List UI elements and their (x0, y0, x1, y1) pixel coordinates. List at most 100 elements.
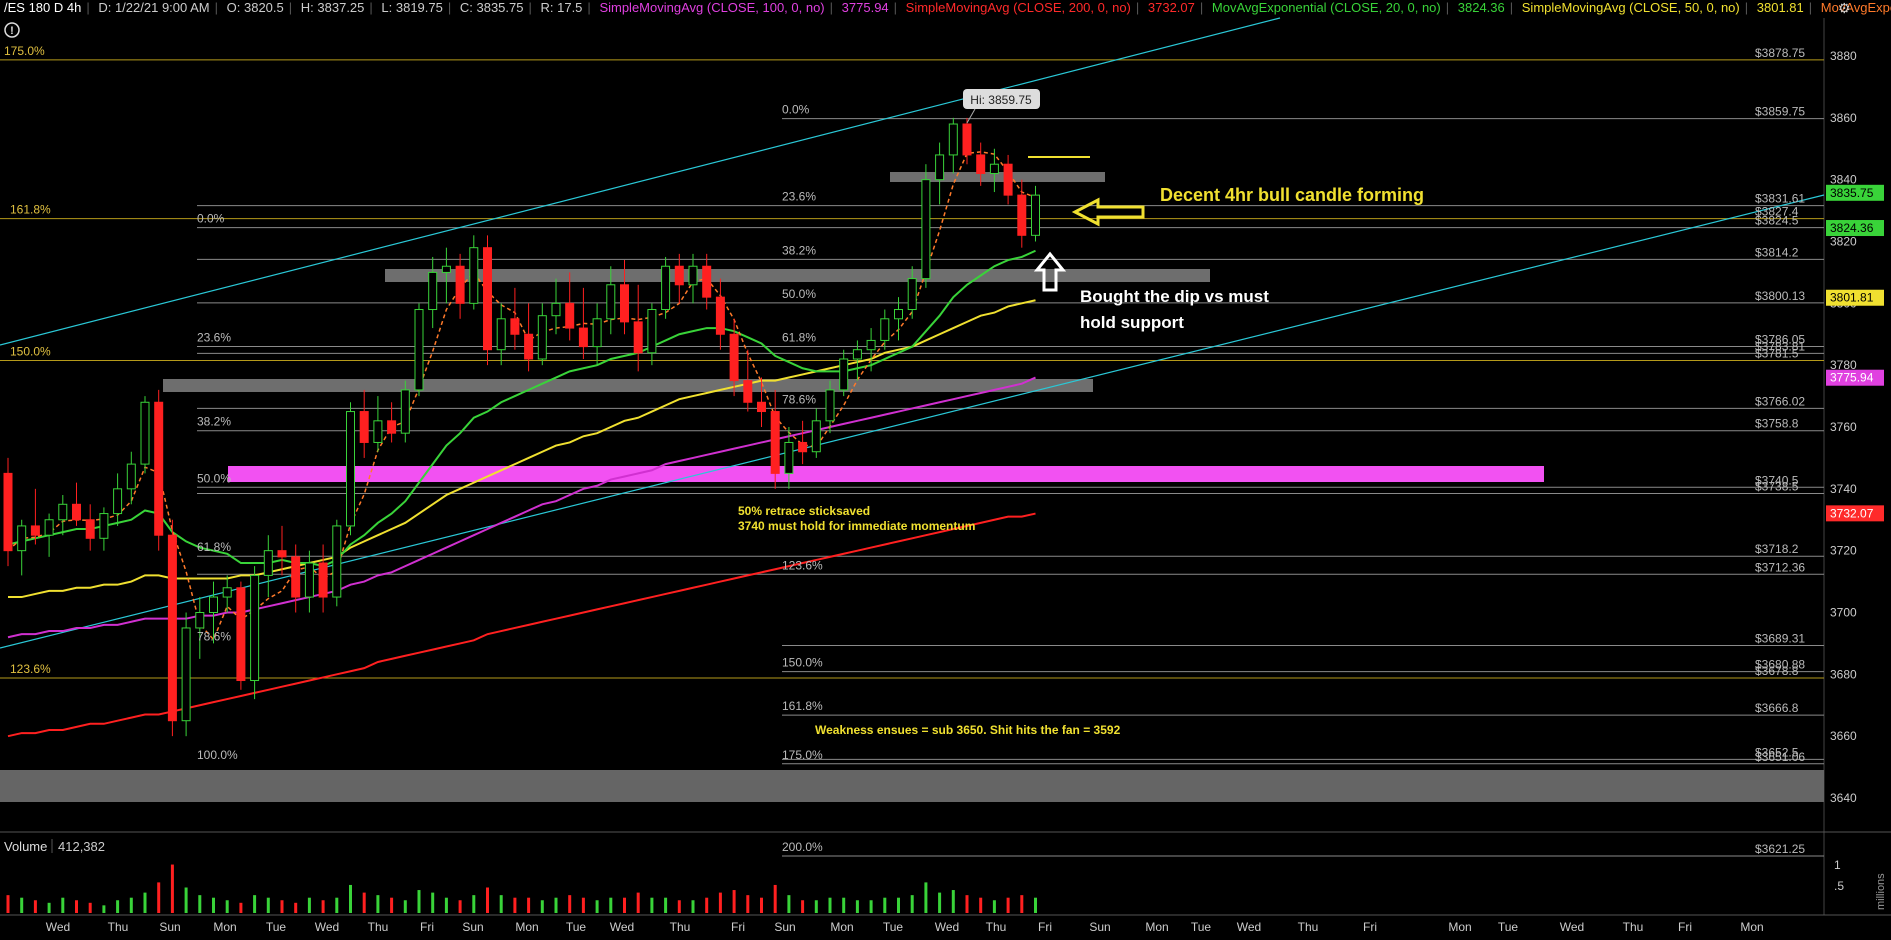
candle-body-49 (674, 265, 684, 286)
candle-body-6 (85, 519, 95, 539)
candle-body-56 (770, 411, 780, 474)
annotation-weakness: Weakness ensues = sub 3650. Shit hits th… (815, 723, 1121, 737)
axis-badge-text-2: 3801.81 (1830, 291, 1874, 305)
annotation-retrace-text-1: 50% retrace sticksaved (738, 504, 870, 518)
candle-body-38 (524, 333, 534, 360)
volume-bar-55 (760, 897, 763, 913)
chart-canvas[interactable]: ! ⚙ 364036603680370037203740376037803800… (0, 0, 1891, 940)
volume-bar-26 (362, 892, 366, 913)
candle-body-70 (962, 123, 972, 156)
fib-label-20: 175.0% (782, 748, 823, 762)
candle-body-28 (387, 420, 397, 434)
level-label-11: $3758.8 (1755, 417, 1799, 431)
x-tick-30: Fri (1678, 920, 1692, 934)
volume-bar-49 (677, 900, 681, 913)
volume-bar-68 (938, 892, 942, 913)
volume-bar-56 (773, 884, 777, 913)
volume-bar-22 (307, 897, 311, 913)
volume-bar-29 (403, 900, 407, 913)
candle-body-75 (1031, 194, 1040, 236)
candle-body-53 (729, 333, 739, 382)
candle-body-0 (3, 472, 13, 552)
fib-label-5: 38.2% (782, 243, 816, 257)
gray-zone-bottom (0, 770, 1824, 802)
volume-bar-6 (88, 902, 92, 913)
volume-axis-half: .5 (1834, 879, 1844, 893)
x-tick-25: Fri (1363, 920, 1377, 934)
x-tick-22: Tue (1191, 920, 1212, 934)
fib-label-1: 0.0% (782, 103, 810, 117)
candle-body-29 (400, 389, 410, 434)
volume-bar-10 (143, 892, 147, 913)
candle-body-71 (976, 154, 986, 174)
volume-value: 412,382 (58, 839, 105, 854)
x-tick-29: Thu (1623, 920, 1644, 934)
svg-text:!: ! (10, 25, 14, 37)
volume-bar-42 (581, 897, 585, 913)
candle-body-39 (537, 315, 547, 360)
x-tick-28: Wed (1560, 920, 1584, 934)
volume-bar-62 (855, 900, 859, 913)
volume-bar-7 (102, 905, 106, 913)
level-label-10: $3766.02 (1755, 394, 1805, 408)
candle-body-54 (743, 380, 753, 403)
volume-bar-39 (540, 900, 544, 913)
candle-body-3 (44, 519, 54, 536)
fib-label-2: 23.6% (782, 190, 816, 204)
candle-body-68 (935, 154, 945, 181)
volume-bar-64 (883, 897, 887, 913)
volume-bar-67 (924, 882, 928, 913)
y-tick-3640: 3640 (1830, 791, 1857, 805)
level-label-21: $3651.06 (1755, 750, 1805, 764)
fib-label-21: 200.0% (782, 840, 823, 854)
x-tick-27: Tue (1498, 920, 1519, 934)
level-label-2: $3831.61 (1755, 192, 1805, 206)
volume-bar-33 (458, 900, 462, 913)
volume-bar-20 (280, 900, 284, 913)
volume-bar-30 (417, 890, 421, 913)
x-tick-11: Wed (610, 920, 634, 934)
level-label-14: $3718.2 (1755, 542, 1799, 556)
settings-icon[interactable]: ⚙ (1838, 0, 1851, 16)
fib-label-11: 38.2% (197, 415, 231, 429)
candle-body-41 (565, 302, 575, 329)
volume-bar-48 (664, 897, 668, 913)
volume-bar-50 (691, 900, 695, 913)
volume-bar-60 (828, 897, 832, 913)
x-tick-0: Wed (46, 920, 70, 934)
x-tick-15: Mon (830, 920, 853, 934)
candle-body-20 (277, 550, 287, 558)
candle-body-50 (688, 265, 698, 286)
candle-body-58 (798, 441, 808, 453)
candle-body-52 (715, 296, 725, 335)
candle-body-5 (72, 503, 81, 521)
volume-bar-24 (335, 897, 339, 913)
candle-body-12 (167, 534, 177, 722)
volume-bar-27 (376, 895, 380, 913)
candle-body-66 (907, 278, 917, 311)
volume-bar-28 (390, 897, 394, 913)
volume-bar-1 (20, 897, 24, 913)
candle-body-35 (483, 247, 492, 351)
x-tick-1: Thu (108, 920, 129, 934)
candle-body-60 (825, 389, 835, 422)
volume-unit-label: millions (1875, 873, 1887, 910)
x-tick-4: Tue (266, 920, 287, 934)
volume-bar-57 (787, 895, 791, 913)
volume-bar-72 (992, 900, 996, 913)
candle-body-22 (304, 562, 314, 598)
fib-label-8: 23.6% (197, 330, 231, 344)
volume-bar-73 (1006, 897, 1010, 913)
candle-body-13 (181, 627, 191, 722)
level-label-18: $3678.8 (1755, 664, 1799, 678)
y-tick-3680: 3680 (1830, 667, 1857, 681)
volume-bar-52 (718, 892, 722, 913)
candle-body-32 (441, 265, 451, 273)
y-tick-3700: 3700 (1830, 606, 1857, 620)
y-tick-3740: 3740 (1830, 482, 1857, 496)
candle-body-64 (880, 318, 890, 341)
fib-label-16: 123.6% (10, 662, 51, 676)
volume-bar-51 (705, 897, 709, 913)
volume-bar-36 (499, 895, 503, 913)
y-tick-3660: 3660 (1830, 729, 1857, 743)
